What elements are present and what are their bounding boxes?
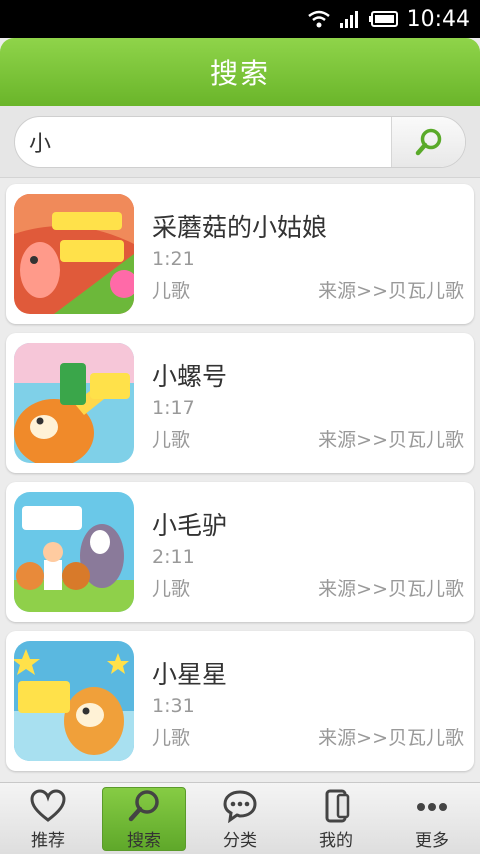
bottom-tab-bar: 推荐 搜索 分类 我的 更多 xyxy=(0,782,480,854)
tab-search[interactable]: 搜索 xyxy=(96,783,192,854)
status-bar: 10:44 xyxy=(0,0,480,38)
song-title: 小毛驴 xyxy=(152,511,228,540)
song-source: 来源>>贝瓦儿歌 xyxy=(318,727,464,749)
thumbnail-image xyxy=(14,641,134,761)
song-duration: 2:11 xyxy=(152,546,195,568)
search-icon xyxy=(128,790,159,822)
more-dots-icon xyxy=(417,803,447,811)
song-category: 儿歌 xyxy=(152,429,191,451)
thumbnail-image xyxy=(14,343,134,463)
tab-label: 分类 xyxy=(223,831,257,851)
page-title: 搜索 xyxy=(209,57,270,90)
search-bar xyxy=(0,106,480,178)
chat-bubble-icon xyxy=(223,790,257,823)
list-item[interactable]: 小毛驴 2:11 儿歌 来源>>贝瓦儿歌 xyxy=(6,482,474,622)
results-list: 采蘑菇的小姑娘 1:21 儿歌 来源>>贝瓦儿歌 小螺号 1:17 儿歌 来源>… xyxy=(0,180,480,780)
song-category: 儿歌 xyxy=(152,578,191,600)
song-category: 儿歌 xyxy=(152,280,191,302)
tab-label: 更多 xyxy=(415,831,449,851)
wifi-icon xyxy=(307,10,330,28)
tab-label: 推荐 xyxy=(31,831,65,851)
phone-icon xyxy=(325,789,350,823)
tab-label: 搜索 xyxy=(127,831,161,851)
battery-icon xyxy=(368,11,398,27)
song-duration: 1:17 xyxy=(152,397,195,419)
clock: 10:44 xyxy=(406,6,470,32)
song-title: 小星星 xyxy=(152,660,228,689)
tab-label: 我的 xyxy=(319,831,353,851)
signal-icon xyxy=(339,11,358,28)
song-source: 来源>>贝瓦儿歌 xyxy=(318,429,464,451)
song-duration: 1:21 xyxy=(152,248,195,270)
app-header: 搜索 xyxy=(0,38,480,106)
search-input[interactable] xyxy=(29,117,389,167)
tab-more[interactable]: 更多 xyxy=(384,783,480,854)
list-item[interactable]: 小螺号 1:17 儿歌 来源>>贝瓦儿歌 xyxy=(6,333,474,473)
list-item[interactable]: 采蘑菇的小姑娘 1:21 儿歌 来源>>贝瓦儿歌 xyxy=(6,184,474,324)
search-button[interactable] xyxy=(391,117,465,167)
tab-category[interactable]: 分类 xyxy=(192,783,288,854)
song-category: 儿歌 xyxy=(152,727,191,749)
song-source: 来源>>贝瓦儿歌 xyxy=(318,280,464,302)
search-icon xyxy=(415,128,441,156)
list-item[interactable]: 小星星 1:31 儿歌 来源>>贝瓦儿歌 xyxy=(6,631,474,771)
thumbnail-image xyxy=(14,194,134,314)
song-title: 小螺号 xyxy=(152,362,228,391)
thumbnail-image xyxy=(14,492,134,612)
song-title: 采蘑菇的小姑娘 xyxy=(152,213,328,242)
heart-icon xyxy=(30,789,66,822)
tab-recommend[interactable]: 推荐 xyxy=(0,783,96,854)
search-box xyxy=(14,116,466,168)
song-duration: 1:31 xyxy=(152,695,195,717)
tab-mine[interactable]: 我的 xyxy=(288,783,384,854)
song-source: 来源>>贝瓦儿歌 xyxy=(318,578,464,600)
